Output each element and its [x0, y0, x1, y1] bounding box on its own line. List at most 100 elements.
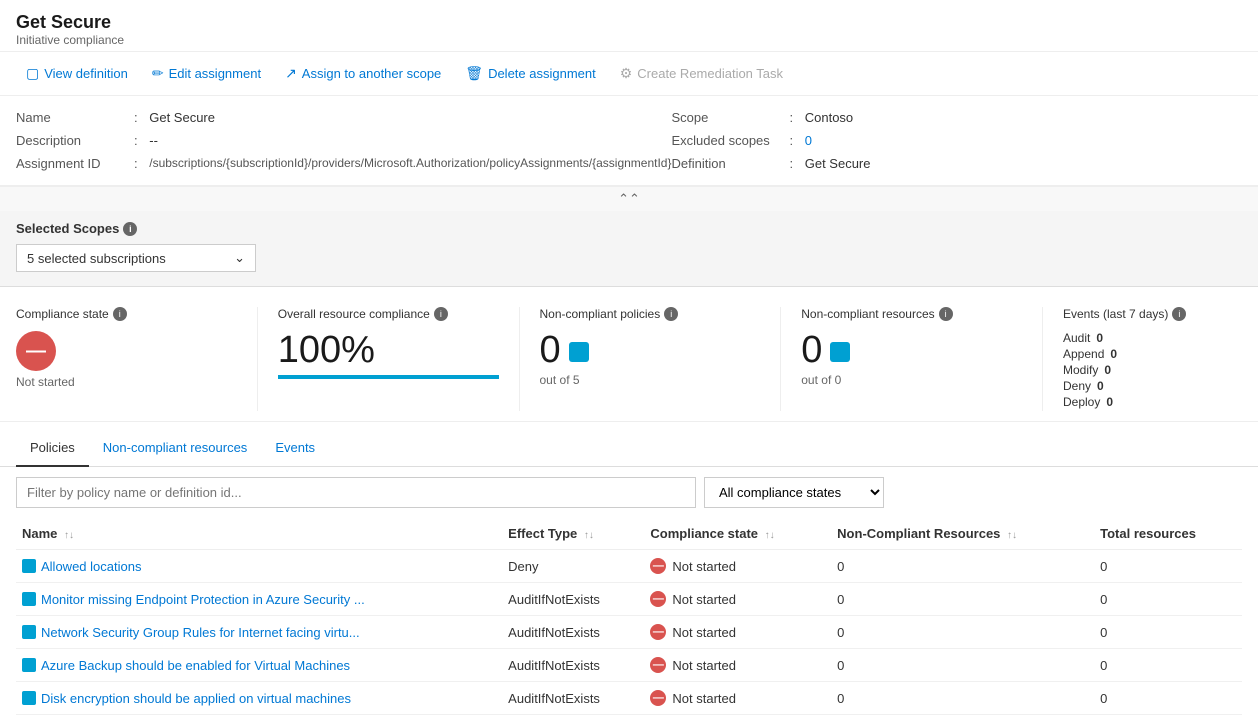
name-sort-icon[interactable]: ↑↓ — [64, 530, 74, 541]
cell-effect-2: AuditIfNotExists — [502, 616, 644, 649]
cell-total-3: 0 — [1094, 649, 1242, 682]
delete-assignment-button[interactable]: 🗑 Delete assignment — [455, 60, 605, 87]
status-icon-4 — [650, 690, 666, 706]
create-remediation-button[interactable]: ⚙ Create Remediation Task — [610, 60, 793, 87]
status-icon-0 — [650, 558, 666, 574]
policy-cube-icon-2 — [22, 625, 36, 639]
scopes-info-icon[interactable]: i — [123, 222, 137, 236]
scopes-section: Selected Scopes i 5 selected subscriptio… — [0, 211, 1258, 287]
collapse-button[interactable]: ⌃⌃ — [0, 186, 1258, 211]
event-modify: Modify 0 — [1063, 363, 1222, 377]
cell-effect-1: AuditIfNotExists — [502, 583, 644, 616]
cell-name-3: Azure Backup should be enabled for Virtu… — [16, 649, 502, 682]
page-subtitle: Initiative compliance — [16, 33, 1242, 47]
cell-non-compliant-1: 0 — [831, 583, 1094, 616]
non-compliant-policies-block: Non-compliant policies i 0 out of 5 — [519, 307, 781, 411]
policy-table-wrap: Name ↑↓ Effect Type ↑↓ Compliance state … — [0, 518, 1258, 715]
filters-row: All compliance states — [0, 467, 1258, 518]
remediation-icon: ⚙ — [620, 65, 633, 82]
cell-non-compliant-0: 0 — [831, 550, 1094, 583]
cell-compliance-3: Not started — [644, 649, 831, 682]
compliance-state-info-icon[interactable]: i — [113, 307, 127, 321]
view-definition-button[interactable]: ▢ View definition — [16, 60, 138, 87]
description-label: Description — [16, 133, 126, 148]
scopes-label: Selected Scopes i — [16, 221, 1242, 236]
compliance-sort-icon[interactable]: ↑↓ — [765, 530, 775, 541]
scope-value: Contoso — [805, 110, 853, 125]
table-row: Disk encryption should be applied on vir… — [16, 682, 1242, 715]
tab-non-compliant-resources[interactable]: Non-compliant resources — [89, 430, 262, 467]
table-row: Azure Backup should be enabled for Virtu… — [16, 649, 1242, 682]
excluded-scopes-label: Excluded scopes — [672, 133, 782, 148]
cell-name-2: Network Security Group Rules for Interne… — [16, 616, 502, 649]
assign-to-scope-button[interactable]: ↗ Assign to another scope — [275, 60, 451, 87]
scopes-dropdown[interactable]: 5 selected subscriptions ⌄ — [16, 244, 256, 272]
events-list: Audit 0 Append 0 Modify 0 Deny 0 Deploy … — [1063, 331, 1222, 409]
non-compliant-resources-info-icon[interactable]: i — [939, 307, 953, 321]
name-label: Name — [16, 110, 126, 125]
progress-bar-fill — [278, 375, 499, 379]
events-title: Events (last 7 days) i — [1063, 307, 1222, 321]
event-append: Append 0 — [1063, 347, 1222, 361]
non-compliant-policies-title: Non-compliant policies i — [540, 307, 761, 321]
cell-compliance-4: Not started — [644, 682, 831, 715]
cell-total-1: 0 — [1094, 583, 1242, 616]
non-compliant-policies-info-icon[interactable]: i — [664, 307, 678, 321]
page-title: Get Secure — [16, 12, 1242, 33]
cell-compliance-1: Not started — [644, 583, 831, 616]
policies-cube-icon — [569, 342, 589, 362]
tab-events[interactable]: Events — [261, 430, 329, 467]
policy-link-0[interactable]: Allowed locations — [22, 559, 496, 574]
edit-assignment-button[interactable]: ✏ Edit assignment — [142, 60, 271, 87]
compliance-state-block: Compliance state i Not started — [16, 307, 257, 411]
compliance-state-icon — [16, 331, 56, 371]
scope-row: Scope : Contoso — [672, 108, 1243, 127]
non-compliant-policies-count: 0 — [540, 331, 761, 369]
assignment-id-row: Assignment ID : /subscriptions/{subscrip… — [16, 154, 672, 173]
cell-name-4: Disk encryption should be applied on vir… — [16, 682, 502, 715]
cell-compliance-2: Not started — [644, 616, 831, 649]
cell-name-0: Allowed locations — [16, 550, 502, 583]
cell-total-0: 0 — [1094, 550, 1242, 583]
col-compliance-state: Compliance state ↑↓ — [644, 518, 831, 550]
events-info-icon[interactable]: i — [1172, 307, 1186, 321]
policy-link-1[interactable]: Monitor missing Endpoint Protection in A… — [22, 592, 496, 607]
policy-link-4[interactable]: Disk encryption should be applied on vir… — [22, 691, 496, 706]
excluded-scopes-row: Excluded scopes : 0 — [672, 131, 1243, 150]
overall-compliance-title: Overall resource compliance i — [278, 307, 499, 321]
cell-effect-3: AuditIfNotExists — [502, 649, 644, 682]
policy-cube-icon-4 — [22, 691, 36, 705]
overall-compliance-info-icon[interactable]: i — [434, 307, 448, 321]
non-compliant-resources-count: 0 — [801, 331, 1022, 369]
policy-link-3[interactable]: Azure Backup should be enabled for Virtu… — [22, 658, 496, 673]
table-row: Network Security Group Rules for Interne… — [16, 616, 1242, 649]
excluded-scopes-value[interactable]: 0 — [805, 133, 812, 148]
policy-cube-icon-1 — [22, 592, 36, 606]
compliance-state-value: Not started — [16, 375, 237, 389]
non-compliant-sort-icon[interactable]: ↑↓ — [1007, 530, 1017, 541]
effect-sort-icon[interactable]: ↑↓ — [584, 530, 594, 541]
policy-filter-input[interactable] — [16, 477, 696, 508]
description-value: -- — [149, 133, 158, 148]
definition-label: Definition — [672, 156, 782, 171]
cell-effect-4: AuditIfNotExists — [502, 682, 644, 715]
page-header: Get Secure Initiative compliance — [0, 0, 1258, 52]
resources-cube-icon — [830, 342, 850, 362]
table-row: Allowed locations Deny Not started 0 0 — [16, 550, 1242, 583]
policy-link-2[interactable]: Network Security Group Rules for Interne… — [22, 625, 496, 640]
assign-icon: ↗ — [285, 65, 297, 82]
cell-non-compliant-3: 0 — [831, 649, 1094, 682]
compliance-state-title: Compliance state i — [16, 307, 237, 321]
toolbar: ▢ View definition ✏ Edit assignment ↗ As… — [0, 52, 1258, 96]
name-row: Name : Get Secure — [16, 108, 672, 127]
col-total-resources: Total resources — [1094, 518, 1242, 550]
edit-icon: ✏ — [152, 65, 164, 82]
dropdown-chevron-icon: ⌄ — [234, 250, 245, 266]
view-definition-icon: ▢ — [26, 65, 39, 82]
tab-policies[interactable]: Policies — [16, 430, 89, 467]
delete-icon: 🗑 — [465, 65, 483, 82]
cell-non-compliant-2: 0 — [831, 616, 1094, 649]
assignment-id-label: Assignment ID — [16, 156, 126, 171]
compliance-state-dropdown[interactable]: All compliance states — [704, 477, 884, 508]
progress-bar-bg — [278, 375, 499, 379]
